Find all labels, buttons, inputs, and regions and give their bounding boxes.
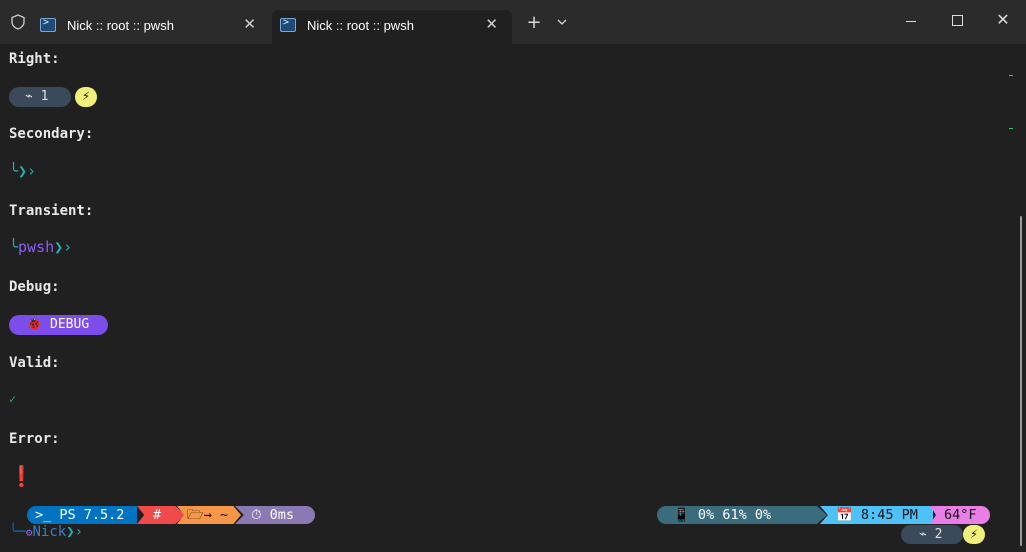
ps-version-segment: >_ PS 7.5.2	[27, 506, 137, 524]
terminal-area[interactable]: Right: ⌁ 1 ⚡ Secondary: ╰❯› Transient: ╰…	[0, 44, 1026, 552]
title-bar: > Nick :: root :: pwsh ✕ > Nick :: root …	[0, 0, 1026, 44]
exec-count-pill: ⌁ 2	[901, 525, 963, 544]
exec-count-pill: ⌁ 1	[9, 87, 71, 107]
debug-label: Debug:	[9, 279, 60, 295]
bolt-icon: ⚡	[75, 87, 97, 107]
secondary-prompt: ╰❯›	[9, 162, 37, 180]
scrollbar[interactable]	[1020, 216, 1022, 546]
prompt-line: ╰─⚙Nick❯›	[9, 524, 83, 540]
chevron-down-icon[interactable]	[554, 14, 570, 28]
check-icon: ✓	[9, 392, 17, 406]
scroll-mark	[1009, 128, 1013, 129]
path-segment: 🗁→ ~	[177, 506, 241, 524]
right-label: Right:	[9, 51, 60, 67]
scroll-mark	[1009, 75, 1013, 76]
prompt-prefix: ╰─	[9, 524, 26, 540]
transient-arrow: ❯›	[54, 238, 73, 256]
powershell-icon: >	[40, 17, 56, 32]
tab-title: Nick :: root :: pwsh	[67, 18, 174, 33]
prompt-user: Nick	[32, 524, 67, 540]
new-tab-button[interactable]: +	[524, 12, 544, 33]
system-stats-segment: 📱 0% 61% 0%	[657, 506, 827, 524]
transient-prefix: ╰	[9, 238, 19, 256]
bolt-icon: ⚡	[963, 525, 985, 544]
transient-prompt: ╰pwsh❯›	[9, 238, 72, 256]
error-icon: ❗	[9, 464, 34, 488]
tab-inactive[interactable]: > Nick :: root :: pwsh ✕	[32, 10, 270, 44]
close-tab-icon[interactable]: ✕	[243, 15, 256, 33]
clock-segment: 📅 8:45 PM	[820, 506, 933, 524]
minimize-button[interactable]	[888, 10, 934, 32]
root-segment: #	[137, 506, 185, 524]
tab-active[interactable]: > Nick :: root :: pwsh ✕	[272, 10, 512, 44]
error-label: Error:	[9, 431, 60, 447]
debug-pill: 🐞 DEBUG	[9, 315, 108, 335]
tab-title: Nick :: root :: pwsh	[307, 18, 414, 33]
weather-segment: 64°F	[930, 506, 990, 524]
maximize-button[interactable]	[934, 10, 980, 32]
shield-icon	[11, 14, 25, 30]
transient-shell: pwsh	[18, 238, 55, 256]
transient-label: Transient:	[9, 203, 94, 219]
window-close-button[interactable]: ✕	[980, 10, 1026, 32]
secondary-label: Secondary:	[9, 126, 94, 142]
close-tab-icon[interactable]: ✕	[485, 15, 498, 33]
duration-segment: ⏱ 0ms	[235, 506, 315, 524]
valid-label: Valid:	[9, 355, 60, 371]
powershell-icon: >	[280, 17, 296, 32]
prompt-arrow: ❯›	[66, 524, 84, 540]
